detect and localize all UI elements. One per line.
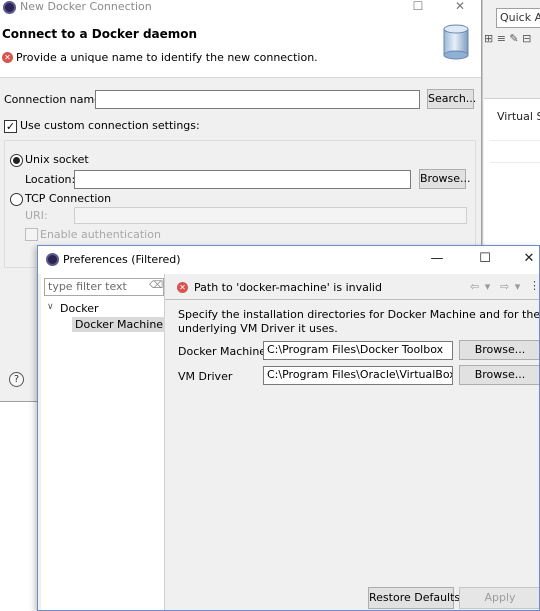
error-icon: ✕ (2, 52, 13, 63)
background-toolbar-icons[interactable]: ⊞ ≡ ✎ ⊟ (484, 32, 540, 48)
preferences-dialog: Preferences (Filtered) — ☐ ✕ type filter… (37, 245, 540, 611)
back-arrow-icon[interactable]: ⇦ ▾ (470, 280, 491, 293)
close-icon[interactable]: ✕ (512, 250, 539, 270)
enable-authentication-label: Enable authentication (40, 228, 161, 241)
location-browse-button[interactable]: Browse... (419, 169, 471, 189)
vm-driver-path-input[interactable]: C:\Program Files\Oracle\VirtualBox (263, 366, 453, 385)
tcp-connection-label: TCP Connection (25, 192, 112, 205)
vm-driver-browse-button[interactable]: Browse... (459, 365, 539, 385)
wizard-header-message: Provide a unique name to identify the ne… (16, 51, 318, 64)
page-description: Specify the installation directories for… (178, 308, 540, 335)
eclipse-app-icon (3, 1, 16, 14)
docker-database-icon (443, 24, 469, 60)
maximize-icon[interactable]: ☐ (468, 250, 502, 270)
close-icon[interactable]: ✕ (445, 0, 475, 14)
tree-item-docker[interactable]: Docker (60, 302, 99, 315)
forward-arrow-icon[interactable]: ⇨ ▾ (500, 280, 521, 293)
maximize-icon[interactable]: ☐ (403, 0, 433, 14)
error-icon: ✕ (177, 282, 188, 293)
clear-filter-icon[interactable]: ⌫ (149, 280, 163, 291)
use-custom-settings-checkbox[interactable]: ✓ (4, 120, 17, 133)
eclipse-app-icon (46, 253, 59, 266)
wizard-header-title: Connect to a Docker daemon (2, 27, 198, 41)
vm-driver-label: VM Driver (178, 370, 233, 383)
filter-input[interactable]: type filter text (44, 278, 164, 296)
virtual-size-column-header[interactable]: Virtual Si (497, 110, 540, 123)
enable-authentication-checkbox[interactable] (25, 228, 38, 241)
tree-item-docker-machine[interactable]: Docker Machine (72, 317, 167, 332)
help-icon[interactable]: ? (9, 372, 24, 387)
minimize-icon[interactable]: — (420, 250, 454, 270)
docker-machine-label: Docker Machine (178, 345, 267, 358)
wizard-header (0, 16, 481, 78)
docker-machine-path-input[interactable]: C:\Program Files\Docker Toolbox (263, 341, 453, 360)
preferences-titlebar: Preferences (Filtered) — ☐ ✕ (38, 246, 539, 274)
location-input[interactable] (74, 170, 411, 189)
dialog-titlebar: New Docker Connection ☐ ✕ (0, 0, 481, 16)
preferences-page: ✕ Path to 'docker-machine' is invalid ⇦ … (165, 274, 540, 610)
background-row-divider (490, 140, 540, 141)
message-bar: ✕ Path to 'docker-machine' is invalid ⇦ … (165, 274, 539, 300)
restore-defaults-button[interactable]: Restore Defaults (368, 587, 460, 609)
preferences-title: Preferences (Filtered) (63, 253, 181, 266)
docker-machine-browse-button[interactable]: Browse... (459, 340, 539, 360)
location-label: Location: (25, 173, 76, 186)
quick-access-field[interactable]: Quick Ac (496, 8, 540, 28)
preferences-tree-pane: type filter text ⌫ ∨ Docker Docker Machi… (41, 274, 167, 610)
unix-socket-radio[interactable] (10, 154, 23, 167)
apply-button[interactable]: Apply (459, 587, 539, 609)
view-menu-icon[interactable]: ⋮ (529, 279, 539, 292)
error-message: Path to 'docker-machine' is invalid (194, 281, 382, 294)
dialog-title: New Docker Connection (20, 0, 152, 13)
background-row-divider (490, 162, 540, 163)
unix-socket-label: Unix socket (25, 153, 89, 166)
uri-input[interactable] (74, 207, 467, 224)
tcp-connection-radio[interactable] (10, 193, 23, 206)
chevron-down-icon[interactable]: ∨ (47, 302, 54, 312)
connection-name-input[interactable] (95, 90, 420, 109)
connection-name-label: Connection name: (4, 93, 105, 106)
uri-label: URI: (25, 209, 48, 222)
search-button[interactable]: Search... (427, 89, 476, 109)
use-custom-settings-label: Use custom connection settings: (20, 119, 200, 132)
